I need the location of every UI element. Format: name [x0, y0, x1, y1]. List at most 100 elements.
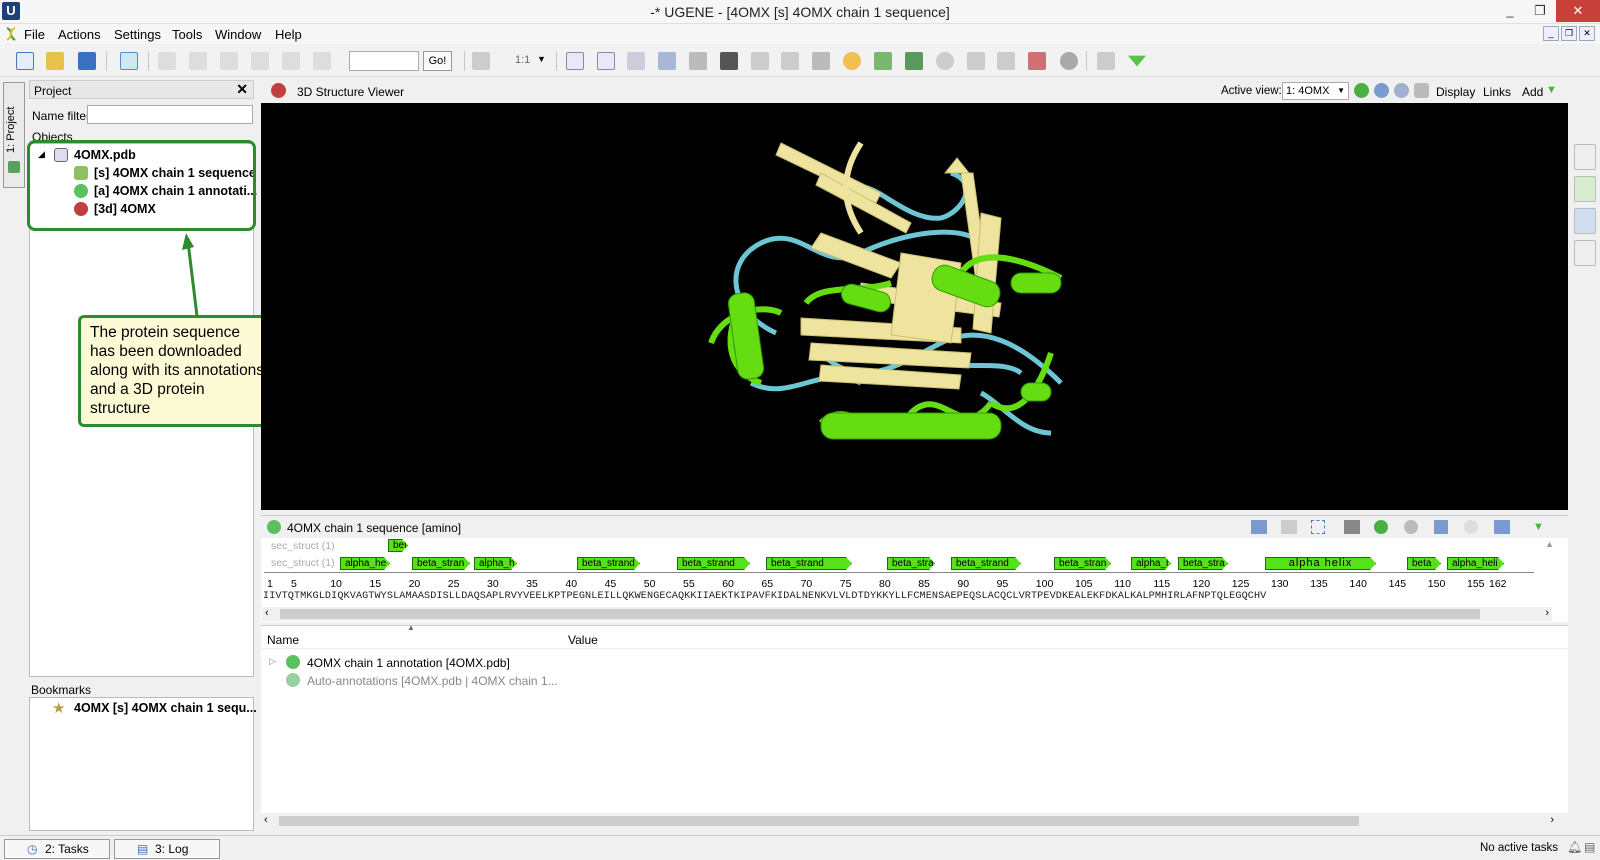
save-icon[interactable] — [78, 52, 96, 70]
annotations-panel-icon[interactable] — [1574, 176, 1596, 202]
blast-icon[interactable] — [843, 52, 861, 70]
sequence-options-icon[interactable] — [472, 52, 490, 70]
scroll-up-icon[interactable]: ▲ — [1545, 539, 1554, 549]
column-header-value[interactable]: Value — [568, 633, 598, 647]
zoom-in-icon[interactable] — [1374, 520, 1388, 534]
annotations-hscroll-thumb[interactable] — [279, 816, 1359, 826]
wand-icon[interactable] — [1281, 520, 1297, 534]
display-menu[interactable]: Display — [1436, 85, 1475, 99]
copy-translation-icon[interactable] — [189, 52, 207, 70]
record-icon[interactable] — [1060, 52, 1078, 70]
annotation-top-strand[interactable]: bet — [388, 539, 408, 552]
paste-icon[interactable] — [313, 52, 331, 70]
search-pattern-icon[interactable] — [120, 52, 138, 70]
close-icon[interactable]: ✕ — [236, 81, 248, 98]
chevron-down-icon[interactable]: ▼ — [1546, 84, 1557, 96]
zoom-in-icon[interactable] — [1374, 83, 1389, 98]
annotation-alpha-helix[interactable]: alpha_heli — [1447, 557, 1504, 570]
table-row[interactable]: 4OMX chain 1 annotation [4OMX.pdb] — [307, 656, 510, 670]
export-image-icon[interactable] — [1344, 520, 1360, 534]
annotation-beta-strand[interactable]: beta_strand — [766, 557, 852, 570]
annotation-beta-strand[interactable]: beta_stra — [887, 557, 935, 570]
annotation-beta-strand[interactable]: beta — [1407, 557, 1441, 570]
annotation-beta-strand[interactable]: beta_strand — [677, 557, 750, 570]
menu-help[interactable]: Help — [275, 27, 302, 42]
bookmark-item[interactable]: 4OMX [s] 4OMX chain 1 sequ... — [74, 701, 257, 715]
sequence-hscrollbar[interactable]: ‹ › — [262, 607, 1552, 621]
statistics-panel-icon[interactable] — [1574, 208, 1596, 234]
toggle-views-icon[interactable] — [1494, 520, 1510, 534]
restriction-sites-panel-icon[interactable] — [1574, 144, 1596, 170]
copy-complement-icon[interactable] — [220, 52, 238, 70]
annotation-beta-strand[interactable]: beta_strand — [577, 557, 640, 570]
chevron-down-icon[interactable]: ▼ — [1533, 521, 1544, 533]
go-button[interactable]: Go! — [423, 51, 452, 71]
table-row[interactable]: Auto-annotations [4OMX.pdb | 4OMX chain … — [307, 674, 558, 688]
annotation-beta-strand[interactable]: beta_stra — [1178, 557, 1228, 570]
copy-qualifier-icon[interactable] — [282, 52, 300, 70]
annotation-alpha-helix[interactable]: alpha_h — [474, 557, 517, 570]
scroll-right-icon[interactable]: › — [1545, 607, 1549, 619]
zoom-out-icon[interactable] — [1404, 520, 1418, 534]
graphs-icon[interactable] — [1251, 520, 1267, 534]
annotation-alpha-helix[interactable]: alpha helix — [1265, 557, 1376, 570]
add-menu[interactable]: Add — [1522, 85, 1543, 99]
find-orfs-icon[interactable] — [627, 52, 645, 70]
links-menu[interactable]: Links — [1483, 85, 1511, 99]
notification-icon[interactable]: 🔔︎ — [1567, 840, 1582, 854]
highlight-panel-icon[interactable] — [1574, 240, 1596, 266]
mdi-restore-button[interactable]: ❐ — [1561, 26, 1577, 41]
select-range-icon[interactable] — [1311, 520, 1325, 534]
zoom-to-whole-icon[interactable] — [1464, 520, 1478, 534]
new-project-icon[interactable] — [16, 52, 34, 70]
structure-canvas[interactable] — [261, 103, 1568, 510]
more-tools-chevron-icon[interactable] — [1128, 55, 1146, 67]
secondary-structure-icon[interactable] — [874, 52, 892, 70]
mdi-minimize-button[interactable]: _ — [1543, 26, 1559, 41]
menu-tools[interactable]: Tools — [172, 27, 202, 42]
zoom-to-selection-icon[interactable] — [1434, 520, 1448, 534]
zoom-out-icon[interactable] — [1394, 83, 1409, 98]
open-folder-icon[interactable] — [46, 52, 64, 70]
menu-file[interactable]: File — [24, 27, 45, 42]
dotplot-icon[interactable] — [720, 52, 738, 70]
menu-settings[interactable]: Settings — [114, 27, 161, 42]
messages-icon[interactable]: ▤ — [1584, 840, 1595, 854]
log-tab[interactable]: ▤ 3: Log — [114, 839, 220, 859]
column-header-name[interactable]: Name — [267, 633, 299, 647]
smith-waterman-icon[interactable] — [597, 52, 615, 70]
cut-icon[interactable] — [997, 52, 1015, 70]
annotation-beta-strand[interactable]: beta_stran — [1054, 557, 1111, 570]
name-filter-input[interactable] — [87, 105, 253, 124]
scroll-right-icon[interactable]: › — [1550, 814, 1554, 826]
zoom-level[interactable]: 1:1 — [515, 54, 530, 66]
maximize-button[interactable]: ❐ — [1525, 0, 1555, 22]
sequence-residues[interactable]: IIVTQTMKGLDIQKVAGTWYSLAMAASDISLLDAQSAPLR… — [263, 591, 1266, 602]
tm-icon[interactable] — [781, 52, 799, 70]
primer-icon[interactable] — [751, 52, 769, 70]
scroll-left-icon[interactable]: ‹ — [265, 607, 269, 619]
graph-icon[interactable] — [1028, 52, 1046, 70]
sites-icon[interactable] — [812, 52, 830, 70]
wand-icon[interactable] — [1097, 52, 1115, 70]
active-view-select[interactable]: 1: 4OMX ▼ — [1282, 82, 1349, 100]
sync-icon[interactable] — [1354, 83, 1369, 98]
copy-icon[interactable] — [158, 52, 176, 70]
close-button[interactable]: ✕ — [1556, 0, 1600, 22]
chevron-down-icon[interactable]: ▼ — [537, 54, 546, 64]
statistics-icon[interactable] — [967, 52, 985, 70]
expand-arrow-icon[interactable]: ▷ — [269, 656, 276, 667]
annotation-beta-strand[interactable]: beta_strand — [951, 557, 1021, 570]
annotation-alpha-helix[interactable]: alpha_he — [340, 557, 390, 570]
annotation-alpha-helix[interactable]: alpha_h — [1131, 557, 1171, 570]
pencil-icon[interactable] — [1414, 83, 1429, 98]
cloning-icon[interactable] — [905, 52, 923, 70]
annotations-hscrollbar[interactable]: ‹ › — [261, 813, 1568, 829]
annotation-beta-strand[interactable]: beta_stran — [412, 557, 470, 570]
tandem-repeats-icon[interactable] — [658, 52, 676, 70]
tasks-tab[interactable]: ◷ 2: Tasks — [4, 839, 110, 859]
goto-position-input[interactable] — [349, 51, 419, 71]
sequence-hscroll-thumb[interactable] — [280, 609, 1480, 619]
repeats-icon[interactable] — [689, 52, 707, 70]
menu-window[interactable]: Window — [215, 27, 261, 42]
